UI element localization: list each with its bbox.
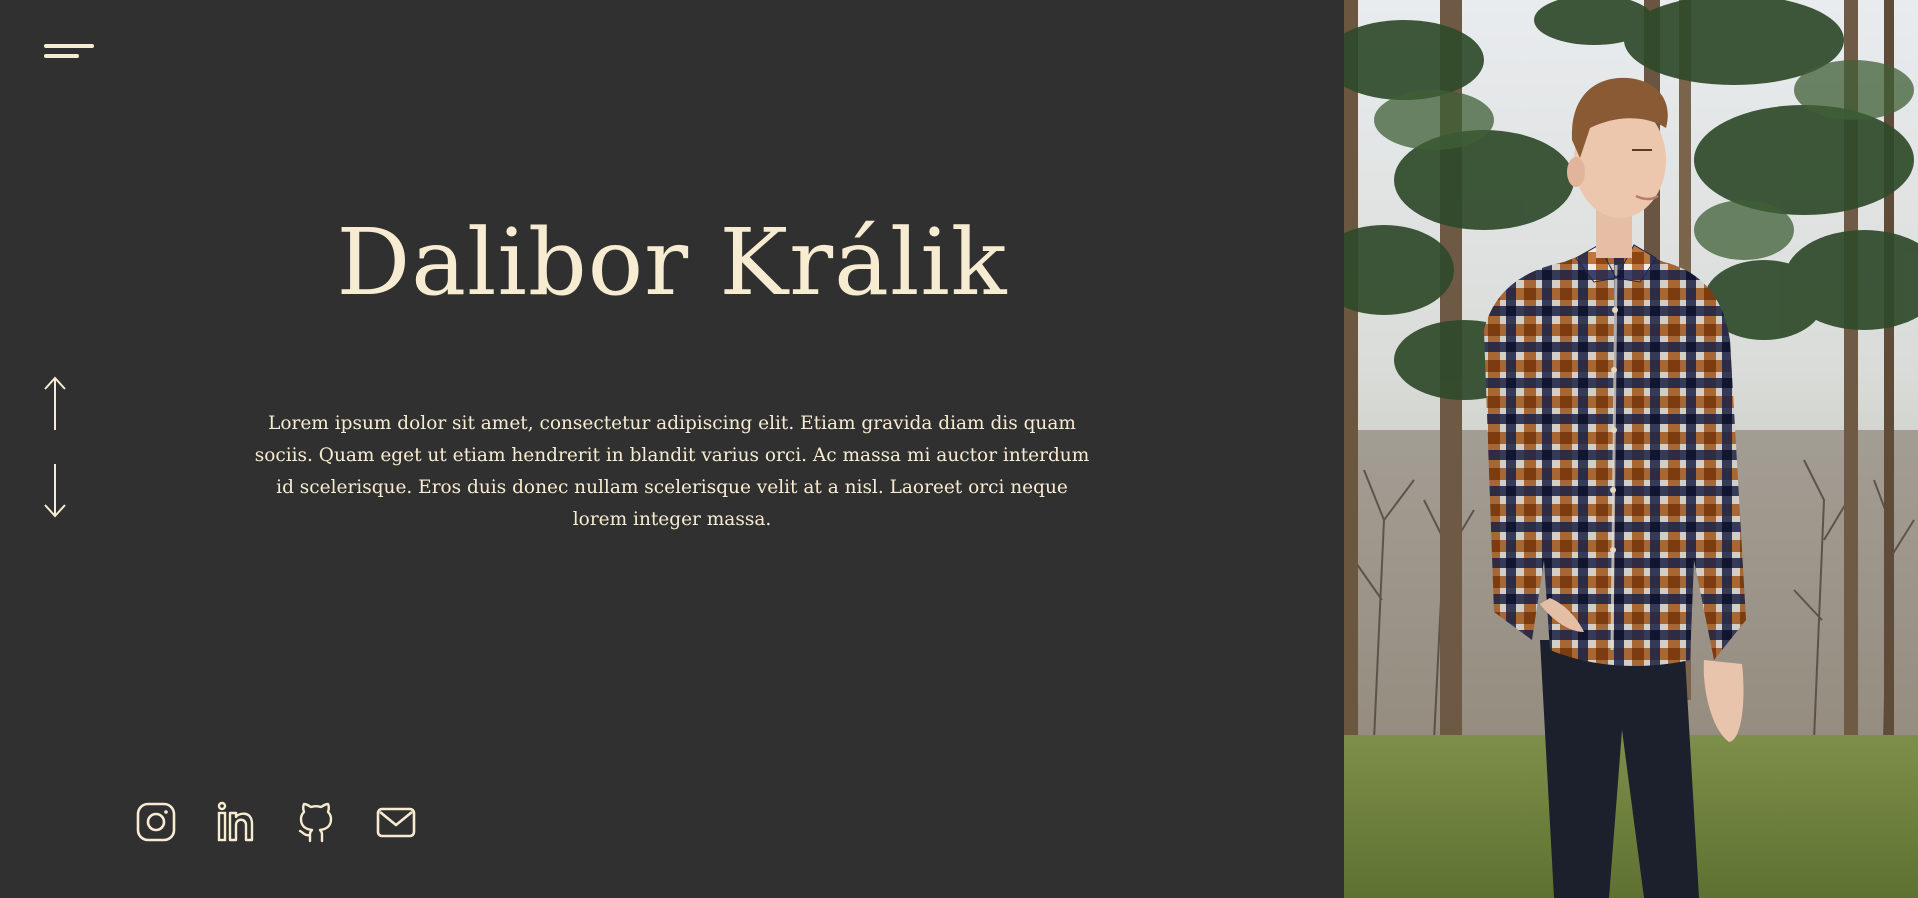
social-links <box>134 800 418 848</box>
arrow-up-icon <box>44 376 66 430</box>
scroll-up-button[interactable] <box>40 374 70 434</box>
instagram-icon <box>136 802 176 842</box>
mail-link[interactable] <box>374 800 418 844</box>
mail-icon <box>376 807 416 838</box>
github-link[interactable] <box>294 800 338 844</box>
github-icon <box>298 802 333 843</box>
hamburger-menu-icon <box>44 44 94 48</box>
instagram-link[interactable] <box>134 800 178 844</box>
profile-photo <box>1344 0 1918 898</box>
scroll-down-button[interactable] <box>40 460 70 520</box>
intro-panel: Dalibor Králik Lorem ipsum dolor sit ame… <box>0 0 1344 898</box>
menu-button[interactable] <box>40 38 100 68</box>
portfolio-page: Dalibor Králik Lorem ipsum dolor sit ame… <box>0 0 1918 898</box>
linkedin-link[interactable] <box>214 800 258 844</box>
linkedin-icon <box>217 801 254 842</box>
arrow-down-icon <box>44 464 66 518</box>
hamburger-menu-icon-line <box>44 54 79 58</box>
page-title: Dalibor Králik <box>336 208 1008 316</box>
intro-paragraph: Lorem ipsum dolor sit amet, consectetur … <box>254 412 1090 530</box>
profile-photo-image <box>1344 0 1918 898</box>
